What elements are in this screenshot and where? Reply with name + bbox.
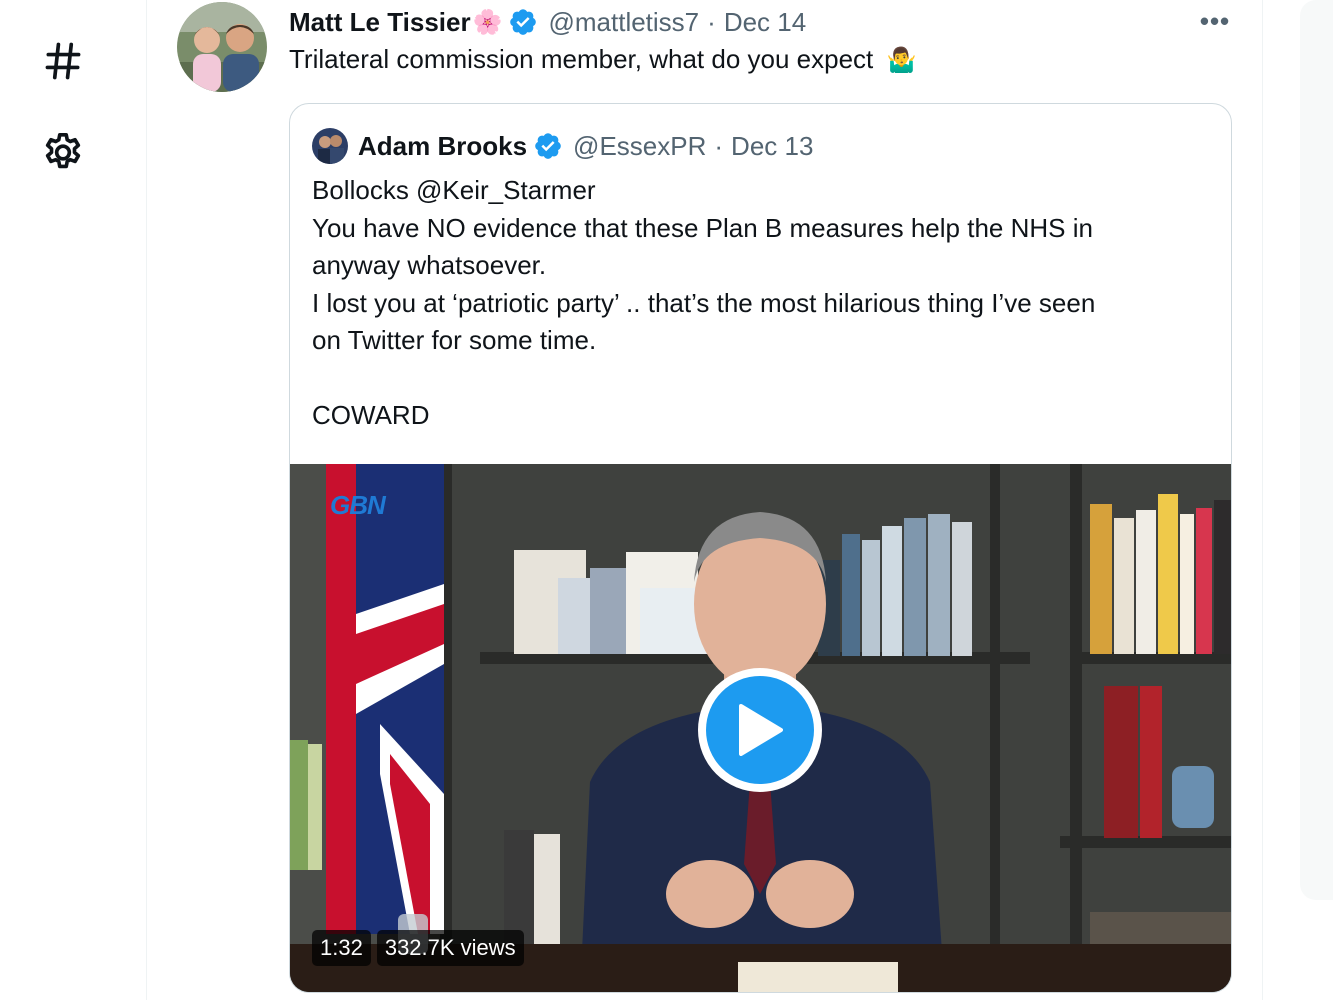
channel-logo: GBN [330, 490, 386, 520]
verified-badge-icon [535, 133, 561, 159]
video-meta: 1:32 332.7K views [312, 930, 524, 966]
quoted-avatar [312, 128, 348, 164]
quoted-author-display-name[interactable]: Adam Brooks [358, 131, 527, 162]
hashtag-icon[interactable] [38, 36, 88, 86]
settings-gear-icon[interactable] [38, 128, 88, 178]
more-options-button[interactable]: ••• [1195, 4, 1235, 38]
tweet[interactable]: Matt Le Tissier 🌸 @mattletiss7 · Dec 14 … [147, 0, 1262, 1000]
quoted-text-line: You have NO evidence that these Plan B m… [312, 212, 1093, 243]
quoted-text-blank-line [312, 360, 1212, 398]
author-handle[interactable]: @mattletiss7 [548, 7, 699, 38]
author-display-name[interactable]: Matt Le Tissier [289, 7, 471, 38]
avatar[interactable] [177, 2, 267, 92]
name-emoji: 🌸 [472, 8, 503, 36]
quoted-text-line: on Twitter for some time. [312, 325, 597, 355]
quoted-tweet-header: Adam Brooks @EssexPR · Dec 13 [312, 126, 813, 166]
play-button-disc [706, 676, 814, 784]
play-icon [739, 704, 783, 756]
tweet-header: Matt Le Tissier 🌸 @mattletiss7 · Dec 14 [289, 2, 806, 42]
quoted-tweet-date[interactable]: Dec 13 [731, 131, 813, 162]
quoted-text-line: Bollocks @Keir_Starmer [312, 175, 596, 205]
nav-rail [0, 0, 146, 1000]
right-sidebar-panel [1300, 0, 1333, 900]
tweet-text-content: Trilateral commission member, what do yo… [289, 44, 874, 74]
quoted-tweet-text: Bollocks @Keir_Starmer You have NO evide… [312, 172, 1212, 435]
separator-dot: · [707, 6, 716, 37]
quoted-text-line: I lost you at ‘patriotic party’ .. that’… [312, 287, 1096, 318]
quoted-text-line: COWARD [312, 400, 430, 430]
quoted-author-handle[interactable]: @EssexPR [573, 131, 706, 162]
play-button[interactable] [698, 668, 822, 792]
verified-badge-icon [510, 9, 537, 35]
video-player[interactable]: GBN 1:32 332.7K views [290, 464, 1231, 992]
shrug-emoji: 🤷‍♂️ [886, 47, 917, 74]
video-duration: 1:32 [312, 930, 371, 966]
column-divider-right [1262, 0, 1263, 1000]
tweet-text: Trilateral commission member, what do yo… [289, 44, 916, 75]
tweet-date[interactable]: Dec 14 [724, 7, 806, 38]
quoted-text-line: anyway whatsoever. [312, 250, 547, 280]
video-views: 332.7K views [376, 930, 524, 966]
separator-dot: · [714, 130, 724, 161]
quoted-tweet-card[interactable]: Adam Brooks @EssexPR · Dec 13 Bollocks @… [289, 103, 1232, 993]
